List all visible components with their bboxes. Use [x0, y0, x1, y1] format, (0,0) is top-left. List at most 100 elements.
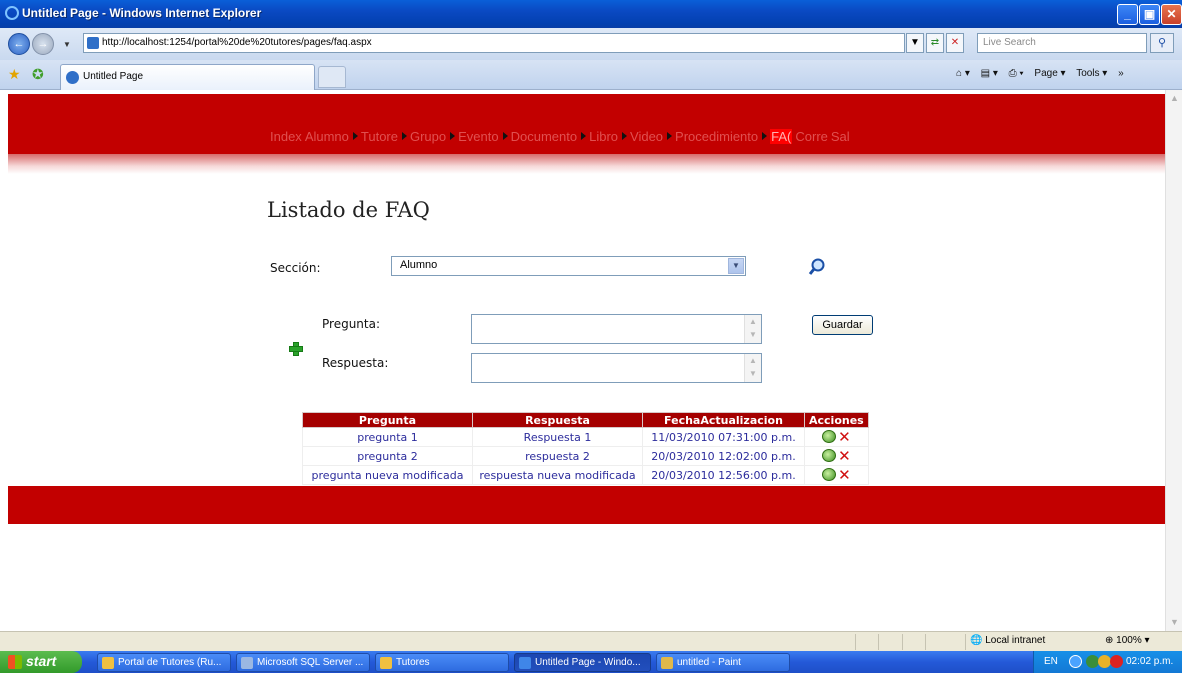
task-ie-window[interactable]: Untitled Page - Windo...	[514, 653, 651, 672]
cell-pregunta: pregunta 2	[302, 446, 473, 466]
pregunta-scrollbar[interactable]: ▲ ▼	[744, 315, 761, 343]
respuesta-textarea[interactable]: ▲ ▼	[471, 353, 762, 383]
col-pregunta[interactable]: Pregunta	[302, 412, 473, 428]
task-sql-server[interactable]: Microsoft SQL Server ...	[236, 653, 370, 672]
maximize-button[interactable]: ▣	[1139, 4, 1160, 25]
address-field[interactable]: http://localhost:1254/portal%20de%20tuto…	[83, 33, 905, 53]
scroll-down-icon[interactable]: ▼	[1166, 614, 1182, 631]
edit-icon[interactable]	[822, 430, 837, 443]
submenu-arrow-icon	[667, 132, 673, 140]
history-dropdown-icon[interactable]: ▼	[63, 40, 71, 49]
ie-window: Untitled Page - Windows Internet Explore…	[0, 0, 1182, 673]
stop-button[interactable]: ✕	[946, 33, 964, 53]
cell-pregunta: pregunta 1	[302, 427, 473, 447]
edit-icon[interactable]	[822, 468, 837, 481]
search-magnifier-icon[interactable]	[808, 258, 826, 276]
tray-alert-icon[interactable]	[1110, 655, 1123, 668]
cell-respuesta: respuesta 2	[472, 446, 643, 466]
delete-icon[interactable]: ✕	[838, 428, 851, 446]
add-plus-icon[interactable]	[289, 342, 303, 356]
footer-banner	[8, 486, 1165, 524]
menu-item-corre[interactable]: Corre	[795, 129, 828, 144]
search-button[interactable]: ⚲	[1150, 33, 1174, 53]
menu-item-alumno[interactable]: Alumno	[305, 129, 349, 144]
menu-item-video[interactable]: Video	[630, 129, 663, 144]
submenu-arrow-icon	[622, 132, 628, 140]
new-tab-button[interactable]	[318, 66, 346, 88]
clock: 02:02 p.m.	[1126, 656, 1174, 667]
home-icon[interactable]: ⌂ ▾	[956, 68, 970, 79]
page-menu[interactable]: Page ▾	[1034, 68, 1065, 79]
table-row: pregunta nueva modificada respuesta nuev…	[302, 465, 869, 485]
windows-flag-icon	[8, 655, 22, 669]
minimize-button[interactable]: _	[1117, 4, 1138, 25]
col-fecha[interactable]: FechaActualizacion	[642, 412, 805, 428]
submenu-arrow-icon	[762, 132, 768, 140]
respuesta-scrollbar[interactable]: ▲ ▼	[744, 354, 761, 382]
edit-icon[interactable]	[822, 449, 837, 462]
ie-logo-icon	[5, 6, 19, 20]
table-row: pregunta 2 respuesta 2 20/03/2010 12:02:…	[302, 446, 869, 466]
taskbar: start Portal de Tutores (Ru... Microsoft…	[0, 651, 1182, 673]
submenu-arrow-icon	[502, 132, 508, 140]
menu-item-libro[interactable]: Libro	[589, 129, 618, 144]
tab-untitled-page[interactable]: Untitled Page	[60, 64, 315, 90]
menu-item-index[interactable]: Index	[270, 129, 302, 144]
task-label: Portal de Tutores (Ru...	[118, 657, 222, 668]
language-indicator[interactable]: EN	[1044, 656, 1058, 667]
security-zone[interactable]: 🌐 Local intranet	[970, 635, 1045, 646]
submenu-arrow-icon	[401, 132, 407, 140]
forward-button[interactable]: →	[32, 33, 54, 55]
address-toolbar: ← → ▼ http://localhost:1254/portal%20de%…	[0, 28, 1182, 60]
page-scrollbar[interactable]: ▲ ▼	[1165, 90, 1182, 631]
menu-item-sal[interactable]: Sal	[831, 129, 850, 144]
close-button[interactable]: ✕	[1161, 4, 1182, 25]
start-label: start	[26, 653, 57, 669]
task-portal-tutores[interactable]: Portal de Tutores (Ru...	[97, 653, 231, 672]
tools-menu[interactable]: Tools ▾	[1076, 68, 1107, 79]
address-dropdown-button[interactable]: ▼	[906, 33, 924, 53]
status-divider	[878, 634, 879, 650]
refresh-button[interactable]: ⇄	[926, 33, 944, 53]
cell-fecha: 11/03/2010 07:31:00 p.m.	[642, 427, 805, 447]
task-label: untitled - Paint	[677, 657, 741, 668]
task-tutores-folder[interactable]: Tutores	[375, 653, 509, 672]
search-input[interactable]: Live Search	[977, 33, 1147, 53]
menu-item-documento[interactable]: Documento	[511, 129, 577, 144]
zoom-level[interactable]: ⊕ 100% ▾	[1105, 635, 1150, 646]
guardar-button[interactable]: Guardar	[812, 315, 873, 335]
back-button[interactable]: ←	[8, 33, 30, 55]
cell-pregunta: pregunta nueva modificada	[302, 465, 473, 485]
site-menu: Index Alumno Tutore Grupo Evento Documento Lib…	[270, 129, 853, 144]
page-content: Index Alumno Tutore Grupo Evento Documento Lib…	[0, 90, 1182, 631]
faq-table: Pregunta Respuesta FechaActualizacion Ac…	[302, 412, 869, 485]
menu-item-grupo[interactable]: Grupo	[410, 129, 446, 144]
tab-label: Untitled Page	[83, 71, 144, 82]
tray-arrow-icon[interactable]	[1069, 655, 1082, 668]
delete-icon[interactable]: ✕	[838, 447, 851, 465]
task-paint[interactable]: untitled - Paint	[656, 653, 790, 672]
ie-icon	[519, 657, 531, 669]
cell-acciones: ✕	[804, 465, 869, 485]
menu-item-fa[interactable]: FA(	[770, 129, 793, 144]
pregunta-textarea[interactable]: ▲ ▼	[471, 314, 762, 344]
chevron-down-icon[interactable]: ▼	[728, 258, 744, 274]
toolbar-overflow-icon[interactable]: »	[1118, 68, 1124, 79]
menu-item-tutore[interactable]: Tutore	[361, 129, 398, 144]
menu-item-procedimiento[interactable]: Procedimiento	[675, 129, 758, 144]
title-bar: Untitled Page - Windows Internet Explore…	[0, 0, 1182, 28]
menu-item-evento[interactable]: Evento	[458, 129, 498, 144]
print-icon[interactable]: ⎙ ▾	[1009, 68, 1024, 79]
seccion-select[interactable]: Alumno ▼	[391, 256, 746, 276]
command-bar: ⌂ ▾ ▤ ▾ ⎙ ▾ Page ▾ Tools ▾ »	[956, 68, 1132, 79]
task-label: Tutores	[396, 657, 430, 668]
delete-icon[interactable]: ✕	[838, 466, 851, 484]
add-favorites-icon[interactable]: ✪	[32, 66, 44, 83]
col-respuesta[interactable]: Respuesta	[472, 412, 643, 428]
scroll-up-icon[interactable]: ▲	[1166, 90, 1182, 107]
favorites-star-icon[interactable]: ★	[8, 66, 21, 83]
start-button[interactable]: start	[0, 651, 82, 673]
cell-respuesta: respuesta nueva modificada	[472, 465, 643, 485]
window-title: Untitled Page - Windows Internet Explore…	[22, 6, 262, 20]
feeds-icon[interactable]: ▤ ▾	[981, 68, 998, 79]
